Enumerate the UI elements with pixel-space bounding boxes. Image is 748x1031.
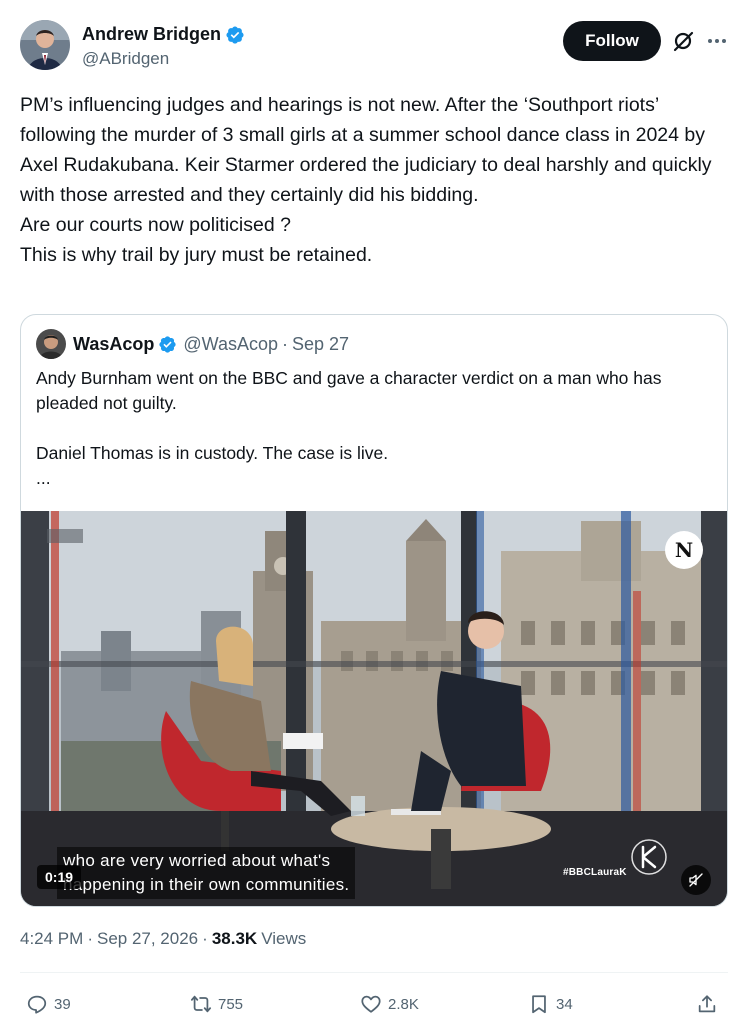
channel-badge: N <box>665 531 703 569</box>
views-label: Views <box>261 929 307 948</box>
reply-count: 39 <box>54 995 71 1013</box>
bookmark-icon <box>532 995 546 1014</box>
repost-icon <box>190 995 212 1013</box>
meta-separator-2: · <box>202 929 208 948</box>
bookmark-count: 34 <box>556 995 573 1013</box>
like-button[interactable]: 2.8K <box>360 988 419 1020</box>
reply-button[interactable]: 39 <box>26 988 71 1020</box>
quote-header: WasAcop @WasAcop · Sep 27 <box>73 334 349 355</box>
bookmark-button[interactable]: 34 <box>528 988 573 1020</box>
quote-author-name[interactable]: WasAcop <box>73 334 154 355</box>
quote-text: Andy Burnham went on the BBC and gave a … <box>36 368 662 488</box>
post-text: PM’s influencing judges and hearings is … <box>20 94 712 266</box>
quote-author-avatar[interactable] <box>36 329 66 359</box>
quoted-post[interactable]: WasAcop @WasAcop · Sep 27 Andy Burnham w… <box>20 314 728 907</box>
divider <box>20 972 728 973</box>
quote-separator: · <box>281 334 288 354</box>
reply-icon <box>27 995 47 1014</box>
video-duration: 0:19 <box>37 865 82 889</box>
verified-badge-icon <box>159 336 176 353</box>
author-name-row: Andrew Bridgen <box>82 24 245 45</box>
verified-badge-icon <box>226 25 244 44</box>
repost-button[interactable]: 755 <box>190 988 243 1020</box>
k-logo-icon <box>631 839 667 875</box>
video-hashtag: #BBCLauraK <box>563 867 627 878</box>
author-avatar[interactable] <box>20 20 70 70</box>
post-meta: 4:24 PM · Sep 27, 2026 · 38.3K Views <box>20 929 306 949</box>
repost-count: 755 <box>218 995 244 1013</box>
share-icon <box>698 995 716 1013</box>
video-player[interactable]: N #BBCLauraK who are very worried about … <box>21 511 727 906</box>
post-date[interactable]: Sep 27, 2026 <box>97 929 198 949</box>
mute-icon <box>689 873 703 887</box>
more-icon[interactable] <box>705 29 729 53</box>
mute-button[interactable] <box>681 865 711 895</box>
grok-icon[interactable] <box>671 29 695 53</box>
share-button[interactable] <box>696 988 718 1020</box>
meta-separator: · <box>87 929 93 948</box>
views-count: 38.3K <box>211 929 258 948</box>
author-name[interactable]: Andrew Bridgen <box>82 24 221 45</box>
action-bar: 39 755 2.8K 34 <box>20 988 728 1020</box>
quote-author-handle[interactable]: @WasAcop <box>183 334 278 355</box>
quote-date[interactable]: Sep 27 <box>292 334 349 355</box>
like-icon <box>361 995 381 1013</box>
like-count: 2.8K <box>388 995 419 1013</box>
video-subtitle: who are very worried about what's happen… <box>57 847 356 899</box>
follow-button[interactable]: Follow <box>563 21 661 61</box>
post-header: Andrew Bridgen @ABridgen Follow <box>20 18 732 74</box>
post-time[interactable]: 4:24 PM <box>20 929 83 949</box>
author-handle[interactable]: @ABridgen <box>82 49 169 69</box>
